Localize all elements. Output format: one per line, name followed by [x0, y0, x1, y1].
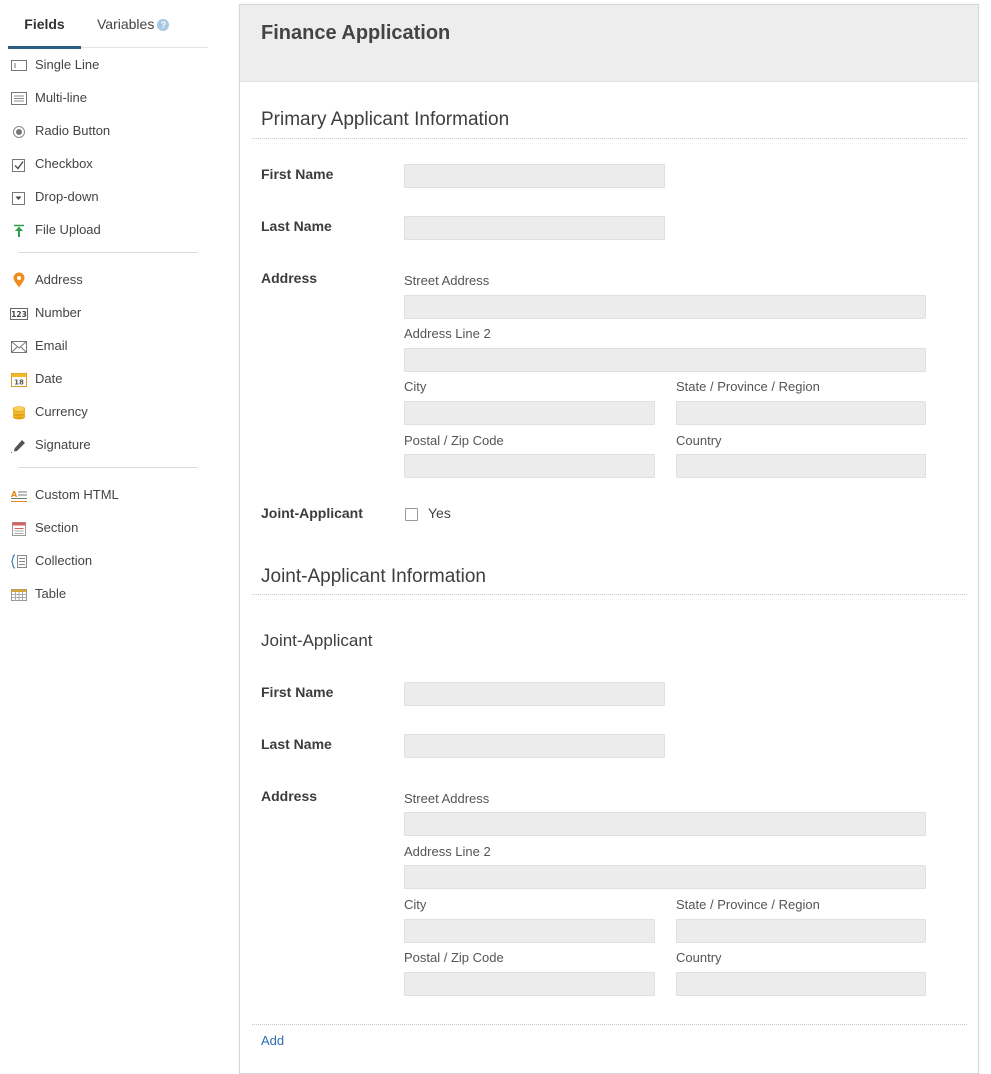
- joint-address-line2-input[interactable]: [404, 865, 926, 889]
- field-item-label: Drop-down: [35, 189, 99, 204]
- field-palette-sidebar: Fields Variables? Single Line Multi-line…: [0, 0, 215, 1061]
- joint-country-input[interactable]: [676, 972, 926, 996]
- last-name-label: Last Name: [261, 218, 332, 234]
- joint-street-address-label: Street Address: [404, 791, 490, 806]
- add-collection-link[interactable]: Add: [261, 1033, 284, 1048]
- sidebar-divider: [18, 252, 198, 253]
- collection-title-joint-applicant[interactable]: Joint-Applicant: [261, 631, 373, 651]
- single-line-icon: [11, 60, 27, 71]
- joint-applicant-yes-label[interactable]: Yes: [428, 505, 451, 521]
- postal-code-label: Postal / Zip Code: [404, 433, 504, 448]
- field-item-label: Currency: [35, 404, 88, 419]
- street-address-input[interactable]: [404, 295, 926, 319]
- field-item-label: Number: [35, 305, 82, 320]
- joint-state-input[interactable]: [676, 919, 926, 943]
- number-icon: 123: [10, 308, 28, 320]
- checkbox-icon: [12, 159, 25, 172]
- tab-variables[interactable]: Variables?: [97, 0, 170, 48]
- field-item-label: Radio Button: [35, 123, 111, 138]
- field-item-label: Table: [35, 586, 67, 601]
- calendar-icon: 18: [11, 373, 27, 387]
- joint-applicant-label: Joint-Applicant: [261, 505, 363, 521]
- multi-line-icon: [11, 92, 27, 105]
- radio-button-icon: [13, 126, 25, 138]
- field-item-label: Checkbox: [35, 156, 93, 171]
- form-canvas: Finance Application Primary Applicant In…: [239, 4, 979, 1074]
- city-label: City: [404, 379, 427, 394]
- dropdown-icon: [12, 192, 25, 205]
- tab-variables-label: Variables: [97, 16, 155, 32]
- state-label: State / Province / Region: [676, 379, 820, 394]
- joint-last-name-label: Last Name: [261, 736, 332, 752]
- field-item-label: Address: [35, 272, 83, 287]
- country-label: Country: [676, 433, 722, 448]
- field-item-label: File Upload: [35, 222, 101, 237]
- coins-icon: [12, 406, 26, 420]
- joint-postal-code-input[interactable]: [404, 972, 655, 996]
- collection-icon: [11, 554, 27, 569]
- street-address-label: Street Address: [404, 273, 490, 288]
- joint-street-address-input[interactable]: [404, 812, 926, 836]
- file-upload-icon: [14, 224, 24, 237]
- first-name-input[interactable]: [404, 164, 665, 188]
- table-icon: [11, 589, 27, 601]
- field-item-label: Email: [35, 338, 68, 353]
- svg-text:A: A: [11, 490, 18, 499]
- field-item-label: Section: [35, 520, 79, 535]
- field-item-label: Single Line: [35, 57, 100, 72]
- field-item-label: Collection: [35, 553, 93, 568]
- section-title-primary[interactable]: Primary Applicant Information: [261, 109, 509, 131]
- state-input[interactable]: [676, 401, 926, 425]
- section-divider: [252, 594, 967, 595]
- address-label: Address: [261, 270, 318, 286]
- collection-divider: [252, 1024, 967, 1025]
- postal-code-input[interactable]: [404, 454, 655, 478]
- sidebar-divider: [18, 467, 198, 468]
- section-icon: [12, 522, 26, 536]
- tab-fields[interactable]: Fields: [8, 0, 81, 49]
- last-name-input[interactable]: [404, 216, 665, 240]
- sidebar-tabs: Fields Variables?: [8, 0, 208, 49]
- country-input[interactable]: [676, 454, 926, 478]
- custom-html-icon: A: [11, 490, 27, 502]
- address-line2-input[interactable]: [404, 348, 926, 372]
- joint-address-line2-label: Address Line 2: [404, 844, 491, 859]
- map-pin-icon: [13, 272, 25, 288]
- joint-address-label: Address: [261, 788, 318, 804]
- joint-first-name-input[interactable]: [404, 682, 665, 706]
- field-item-label: Date: [35, 371, 63, 386]
- joint-postal-code-label: Postal / Zip Code: [404, 950, 504, 965]
- form-header: Finance Application: [240, 5, 978, 82]
- city-input[interactable]: [404, 401, 655, 425]
- joint-first-name-label: First Name: [261, 684, 334, 700]
- joint-last-name-input[interactable]: [404, 734, 665, 758]
- svg-text:18: 18: [14, 379, 24, 387]
- svg-text:123: 123: [11, 310, 27, 319]
- joint-state-label: State / Province / Region: [676, 897, 820, 912]
- section-title-joint[interactable]: Joint-Applicant Information: [261, 566, 486, 588]
- form-title[interactable]: Finance Application: [261, 22, 450, 45]
- field-item-label: Signature: [35, 437, 91, 452]
- first-name-label: First Name: [261, 166, 334, 182]
- field-item-label: Custom HTML: [35, 487, 119, 502]
- field-item-label: Multi-line: [35, 90, 88, 105]
- address-line2-label: Address Line 2: [404, 326, 491, 341]
- joint-city-label: City: [404, 897, 427, 912]
- pen-icon: [11, 440, 25, 453]
- help-icon[interactable]: ?: [157, 19, 170, 31]
- envelope-icon: [11, 341, 27, 353]
- joint-city-input[interactable]: [404, 919, 655, 943]
- joint-country-label: Country: [676, 950, 722, 965]
- section-divider: [252, 138, 967, 139]
- joint-applicant-checkbox[interactable]: [405, 508, 418, 521]
